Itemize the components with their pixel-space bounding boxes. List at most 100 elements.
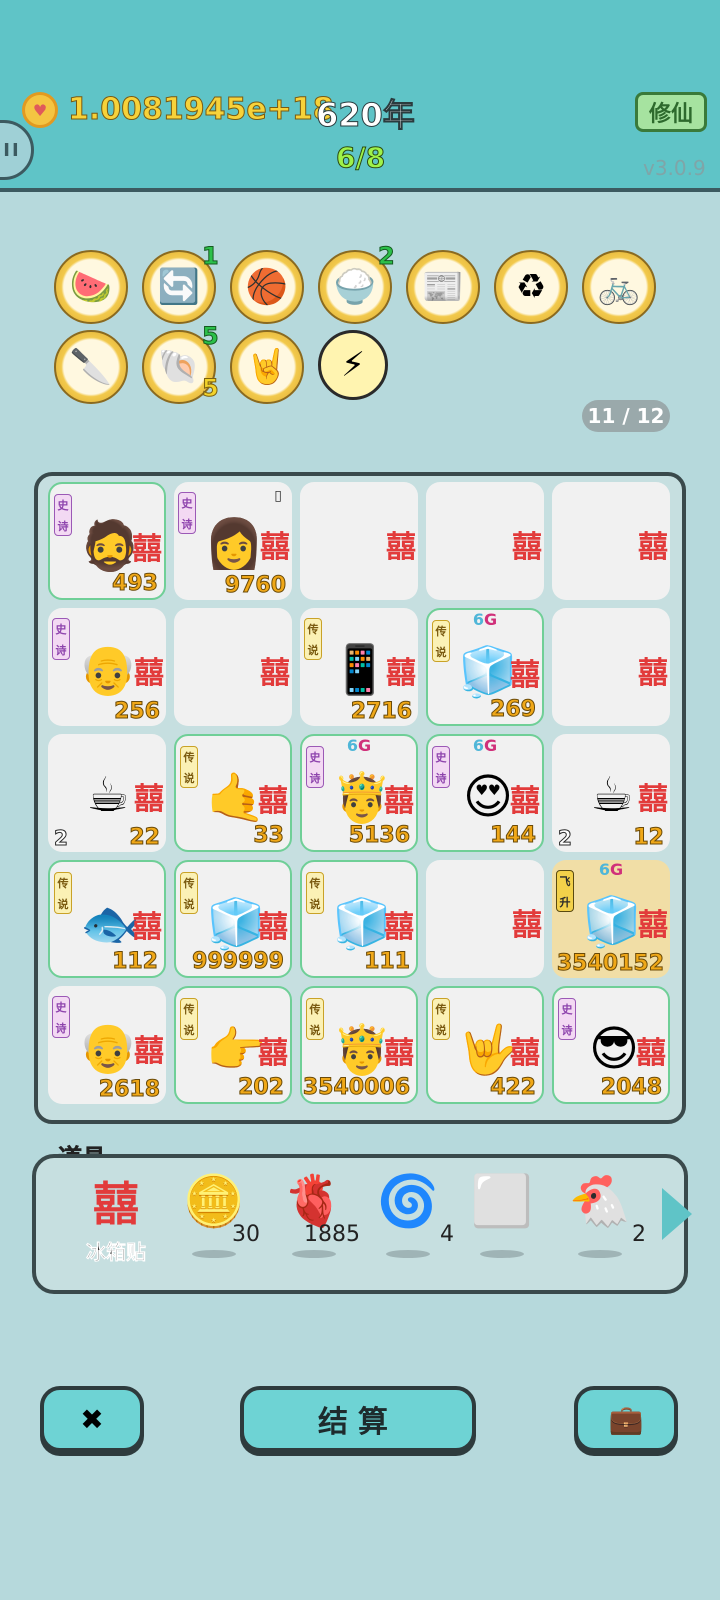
double-happiness-sticker: 囍 (384, 1036, 414, 1071)
cell-score: 3540152 (556, 951, 664, 977)
cell-score: 202 (238, 1075, 285, 1101)
rarity-tag: 传说 (304, 618, 322, 660)
xiuxian-button[interactable]: 修仙 (635, 92, 707, 132)
page-indicator: 11 / 12 (582, 400, 670, 432)
skill-button[interactable]: 🔪 (54, 330, 128, 404)
item-quantity: 2 (632, 1222, 646, 1247)
pause-button[interactable]: II (0, 120, 34, 180)
board-cell[interactable]: 传说 🤙 囍 33 (174, 734, 292, 852)
board-cell[interactable]: 史诗 👴 囍 256 (48, 608, 166, 726)
network-6g-letter: G (484, 736, 498, 755)
board-cell[interactable]: 传说 👉 囍 202 (174, 986, 292, 1104)
double-happiness-sticker: 囍 (258, 1036, 288, 1071)
items-next-arrow[interactable] (662, 1188, 692, 1240)
item-shadow (480, 1250, 524, 1258)
rarity-tag: 飞升 (556, 870, 574, 912)
board-cell[interactable]: 史诗 😎 囍 2048 (552, 986, 670, 1104)
item-icon: 🌀 (376, 1171, 440, 1230)
cell-score: 112 (112, 949, 159, 975)
rarity-tag: 传说 (306, 998, 324, 1040)
item-icon: 🐔 (568, 1171, 632, 1230)
double-happiness-sticker: 囍 (638, 656, 668, 691)
double-happiness-sticker: 囍 (258, 910, 288, 945)
close-button[interactable]: ✖ (40, 1386, 144, 1452)
item-shadow (578, 1250, 622, 1258)
board-cell[interactable]: 囍 (552, 482, 670, 600)
double-happiness-sticker: 囍 (638, 908, 668, 943)
double-happiness-sticker: 囍 (510, 658, 540, 693)
skill-button[interactable]: ♻ (494, 250, 568, 324)
coin-icon: ♥ (22, 92, 58, 128)
network-6g-badge: 6G (473, 610, 497, 629)
double-happiness-sticker: 囍 (638, 782, 668, 817)
network-6g-number: 6 (346, 736, 358, 755)
item-shadow (192, 1250, 236, 1258)
board-cell[interactable]: ☕ 囍 2 22 (48, 734, 166, 852)
skill-button[interactable]: 🏀 (230, 250, 304, 324)
item-slot[interactable]: 囍冰箱贴 (74, 1166, 158, 1276)
skill-button[interactable]: 🍉 (54, 250, 128, 324)
rarity-tag: 传说 (432, 998, 450, 1040)
board-cell[interactable]: 传说 📱 囍 2716 (300, 608, 418, 726)
rarity-tag: 传说 (306, 872, 324, 914)
cell-score: 2618 (98, 1077, 160, 1103)
board-cell[interactable]: 飞升 6G 🧊 囍 3540152 (552, 860, 670, 978)
network-6g-number: 6 (598, 860, 610, 879)
double-happiness-sticker: 囍 (132, 910, 162, 945)
item-icon: 囍 (93, 1177, 139, 1231)
board-cell[interactable]: 传说 🧊 囍 111 (300, 860, 418, 978)
progress-counter: 6/8 (335, 141, 386, 175)
board-cell[interactable]: 传说 🐟 囍 112 (48, 860, 166, 978)
cell-score: 3540006 (302, 1075, 410, 1101)
double-happiness-sticker: 囍 (384, 784, 414, 819)
board-cell[interactable]: 史诗 6G 🤴 囍 5136 (300, 734, 418, 852)
bag-button[interactable]: 💼 (574, 1386, 678, 1452)
item-quantity: 4 (440, 1222, 454, 1247)
items-panel: 囍冰箱贴 🪙 30 🫀 1885 🌀 4 ⬜ 🐔 2 (32, 1154, 688, 1294)
skill-button[interactable]: ⚡ (318, 330, 388, 400)
skill-button[interactable]: 🚲 (582, 250, 656, 324)
board-cell[interactable]: 囍 (300, 482, 418, 600)
double-happiness-sticker: 囍 (386, 656, 416, 691)
board-cell[interactable]: 传说 🤟 囍 422 (426, 986, 544, 1104)
board-cell[interactable]: ☕ 囍 2 12 (552, 734, 670, 852)
network-6g-letter: G (358, 736, 372, 755)
character-art-icon: 📱 (330, 641, 390, 698)
item-slot[interactable]: ⬜ (460, 1166, 544, 1276)
item-slot[interactable]: 🐔 2 (558, 1166, 646, 1276)
double-happiness-sticker: 囍 (132, 532, 162, 567)
skill-badge: 5 (202, 374, 220, 403)
network-6g-letter: G (610, 860, 624, 879)
year-counter: 620年 (316, 96, 416, 135)
board-cell[interactable]: 传说 6G 🧊 囍 269 (426, 608, 544, 726)
board-cell[interactable]: 史诗 ▯ 👩 囍 9760 (174, 482, 292, 600)
board-cell[interactable]: 传说 🤴 囍 3540006 (300, 986, 418, 1104)
board-cell[interactable]: 史诗 6G 😍 囍 144 (426, 734, 544, 852)
item-slot[interactable]: 🌀 4 (366, 1166, 454, 1276)
skill-button[interactable]: 🤘 (230, 330, 304, 404)
settle-button[interactable]: 结算 (240, 1386, 476, 1452)
double-happiness-sticker: 囍 (384, 910, 414, 945)
stack-count: 2 (558, 826, 573, 851)
network-6g-number: 6 (472, 736, 484, 755)
double-happiness-sticker: 囍 (134, 782, 164, 817)
item-slot[interactable]: 🪙 30 (172, 1166, 260, 1276)
double-happiness-sticker: 囍 (260, 530, 290, 565)
cell-score: 111 (364, 949, 411, 975)
board-cell[interactable]: 史诗 👴 囍 2618 (48, 986, 166, 1104)
close-icon: ✖ (80, 1402, 104, 1436)
cell-score: 22 (129, 825, 161, 851)
board-cell[interactable]: 囍 (426, 482, 544, 600)
character-art-icon: 🧊 (582, 893, 642, 950)
cell-score: 9760 (224, 573, 286, 599)
board-cell[interactable]: 史诗 🧔 囍 493 (48, 482, 166, 600)
rarity-tag: 史诗 (178, 492, 196, 534)
board-cell[interactable]: 传说 🧊 囍 999999 (174, 860, 292, 978)
rarity-tag: 史诗 (558, 998, 576, 1040)
board-cell[interactable]: 囍 (174, 608, 292, 726)
item-slot[interactable]: 🫀 1885 (272, 1166, 360, 1276)
double-happiness-sticker: 囍 (258, 784, 288, 819)
board-cell[interactable]: 囍 (552, 608, 670, 726)
skill-button[interactable]: 📰 (406, 250, 480, 324)
board-cell[interactable]: 囍 (426, 860, 544, 978)
